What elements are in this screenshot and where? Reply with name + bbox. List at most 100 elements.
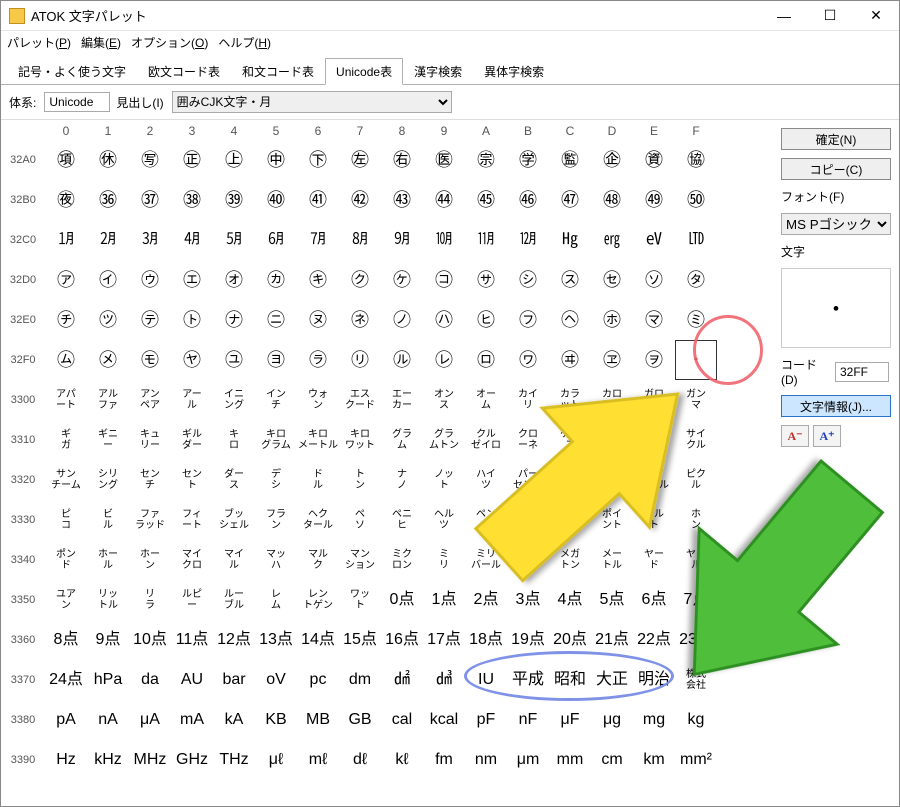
- char-cell[interactable]: マン ション: [339, 540, 381, 580]
- char-cell[interactable]: ギニ ー: [87, 420, 129, 460]
- char-cell[interactable]: μF: [549, 700, 591, 740]
- char-cell[interactable]: セン ト: [171, 460, 213, 500]
- char-cell[interactable]: dℓ: [339, 740, 381, 780]
- char-cell[interactable]: ㊬: [549, 140, 591, 180]
- char-cell[interactable]: 13点: [255, 620, 297, 660]
- char-cell[interactable]: ㋇: [339, 220, 381, 260]
- char-cell[interactable]: エー カー: [381, 380, 423, 420]
- char-cell[interactable]: nA: [87, 700, 129, 740]
- char-cell[interactable]: ㋚: [465, 260, 507, 300]
- char-cell[interactable]: bar: [213, 660, 255, 700]
- char-cell[interactable]: ㋛: [507, 260, 549, 300]
- char-cell[interactable]: ㋌: [549, 220, 591, 260]
- char-cell[interactable]: ミク ロン: [381, 540, 423, 580]
- char-cell[interactable]: ㋵: [255, 340, 297, 380]
- char-cell[interactable]: ㋂: [129, 220, 171, 260]
- char-cell[interactable]: ㍸: [381, 660, 423, 700]
- char-cell[interactable]: ㊸: [381, 180, 423, 220]
- char-cell[interactable]: サン チーム: [45, 460, 87, 500]
- taikei-input[interactable]: [44, 92, 110, 112]
- char-cell[interactable]: 15点: [339, 620, 381, 660]
- char-cell[interactable]: ㋘: [381, 260, 423, 300]
- char-cell[interactable]: ㋈: [381, 220, 423, 260]
- char-cell[interactable]: dm: [339, 660, 381, 700]
- char-cell[interactable]: マイ クロ: [171, 540, 213, 580]
- char-cell[interactable]: kA: [213, 700, 255, 740]
- char-cell[interactable]: ㋋: [507, 220, 549, 260]
- char-cell[interactable]: キロ ワット: [339, 420, 381, 460]
- char-cell[interactable]: ㊣: [171, 140, 213, 180]
- char-cell[interactable]: ㊷: [339, 180, 381, 220]
- char-cell[interactable]: mm²: [675, 740, 717, 780]
- char-cell[interactable]: ㋶: [297, 340, 339, 380]
- char-cell[interactable]: ㊳: [171, 180, 213, 220]
- tab-1[interactable]: 欧文コード表: [137, 58, 231, 85]
- char-cell[interactable]: 11点: [171, 620, 213, 660]
- char-cell[interactable]: pF: [465, 700, 507, 740]
- char-cell[interactable]: ㊾: [633, 180, 675, 220]
- char-cell[interactable]: 24点: [45, 660, 87, 700]
- char-cell[interactable]: hPa: [87, 660, 129, 700]
- char-cell[interactable]: ペ ソ: [339, 500, 381, 540]
- char-cell[interactable]: デ シ: [255, 460, 297, 500]
- char-cell[interactable]: ㋉: [423, 220, 465, 260]
- char-cell[interactable]: ファ ラッド: [129, 500, 171, 540]
- char-cell[interactable]: ト ン: [339, 460, 381, 500]
- char-cell[interactable]: ブッ シェル: [213, 500, 255, 540]
- char-cell[interactable]: ㋅: [255, 220, 297, 260]
- char-cell[interactable]: ㊮: [633, 140, 675, 180]
- char-cell[interactable]: イン チ: [255, 380, 297, 420]
- tab-5[interactable]: 異体字検索: [473, 58, 555, 85]
- char-cell[interactable]: ㋤: [213, 300, 255, 340]
- char-cell[interactable]: ㋄: [213, 220, 255, 260]
- char-cell[interactable]: ㋰: [45, 340, 87, 380]
- char-cell[interactable]: ㊫: [507, 140, 549, 180]
- char-cell[interactable]: ㋀: [45, 220, 87, 260]
- menu-h[interactable]: ヘルプ(H): [218, 34, 271, 51]
- char-cell[interactable]: ㊺: [465, 180, 507, 220]
- tab-2[interactable]: 和文コード表: [231, 58, 325, 85]
- char-cell[interactable]: マッ ハ: [255, 540, 297, 580]
- char-cell[interactable]: シリ ング: [87, 460, 129, 500]
- char-cell[interactable]: mℓ: [297, 740, 339, 780]
- char-cell[interactable]: エス クード: [339, 380, 381, 420]
- char-cell[interactable]: ㊪: [465, 140, 507, 180]
- font-select[interactable]: MS Pゴシック: [781, 213, 891, 235]
- char-cell[interactable]: ㊦: [297, 140, 339, 180]
- char-cell[interactable]: 大正: [591, 660, 633, 700]
- char-cell[interactable]: pA: [45, 700, 87, 740]
- char-cell[interactable]: ㋞: [633, 260, 675, 300]
- char-cell[interactable]: 8点: [45, 620, 87, 660]
- char-cell[interactable]: nm: [465, 740, 507, 780]
- tab-4[interactable]: 漢字検索: [403, 58, 473, 85]
- char-cell[interactable]: アパ ート: [45, 380, 87, 420]
- char-cell[interactable]: cm: [591, 740, 633, 780]
- char-cell[interactable]: 平成: [507, 660, 549, 700]
- char-cell[interactable]: ホー ン: [129, 540, 171, 580]
- char-cell[interactable]: MHz: [129, 740, 171, 780]
- char-cell[interactable]: 14点: [297, 620, 339, 660]
- char-cell[interactable]: ㋕: [255, 260, 297, 300]
- tab-0[interactable]: 記号・よく使う文字: [7, 58, 137, 85]
- char-cell[interactable]: リ ラ: [129, 580, 171, 620]
- char-cell[interactable]: cal: [381, 700, 423, 740]
- char-cell[interactable]: GHz: [171, 740, 213, 780]
- char-cell[interactable]: イニ ング: [213, 380, 255, 420]
- char-cell[interactable]: kℓ: [381, 740, 423, 780]
- char-cell[interactable]: KB: [255, 700, 297, 740]
- char-cell[interactable]: ㋍: [591, 220, 633, 260]
- char-cell[interactable]: ㊠: [45, 140, 87, 180]
- char-cell[interactable]: ピ コ: [45, 500, 87, 540]
- char-cell[interactable]: ㊻: [507, 180, 549, 220]
- char-cell[interactable]: ホー ル: [87, 540, 129, 580]
- char-cell[interactable]: IU: [465, 660, 507, 700]
- char-cell[interactable]: キロ メートル: [297, 420, 339, 460]
- char-cell[interactable]: 21点: [591, 620, 633, 660]
- char-cell[interactable]: ㋐: [45, 260, 87, 300]
- char-cell[interactable]: ㋣: [171, 300, 213, 340]
- char-cell[interactable]: ルー ブル: [213, 580, 255, 620]
- close-button[interactable]: ✕: [853, 1, 899, 31]
- char-cell[interactable]: ダー ス: [213, 460, 255, 500]
- menu-e[interactable]: 編集(E): [81, 34, 121, 51]
- char-cell[interactable]: da: [129, 660, 171, 700]
